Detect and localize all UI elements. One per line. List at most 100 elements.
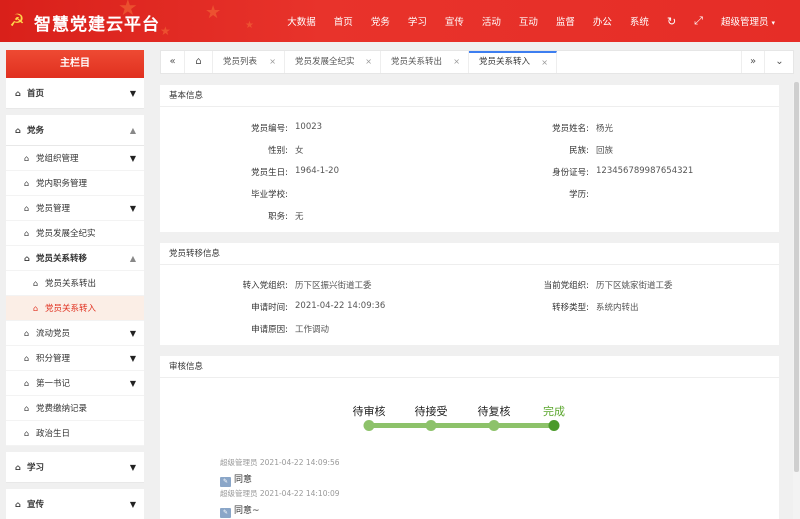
home-icon: ⌂ [24, 404, 30, 413]
refresh-icon[interactable]: ↻ [667, 15, 676, 28]
nav-office[interactable]: 办公 [593, 14, 612, 28]
caret-down-icon: ▼ [129, 379, 136, 388]
close-icon[interactable]: × [269, 51, 276, 73]
sidebar-item-points[interactable]: ⌂ 积分管理 ▼ [6, 346, 144, 371]
scrollbar-thumb[interactable] [794, 82, 799, 472]
home-icon: ⌂ [24, 429, 30, 438]
cur-org-value: 历下区姚家街道工委 [596, 281, 673, 291]
home-tab-icon[interactable]: ⌂ [185, 51, 213, 73]
top-header: ★ ★ ★ ★ ☭ 智慧党建云平台 大数据 首页 党务 学习 宣传 活动 互动 … [0, 0, 800, 42]
nav-home[interactable]: 首页 [334, 14, 353, 28]
nav-supervise[interactable]: 监督 [556, 14, 575, 28]
home-icon: ⌂ [24, 354, 30, 363]
nav-activity[interactable]: 活动 [482, 14, 501, 28]
step-dot [363, 420, 375, 431]
step-label: 待复核 [477, 405, 511, 418]
caret-down-icon: ▼ [129, 89, 136, 98]
job-value: 无 [295, 212, 304, 222]
caret-down-icon: ▼ [129, 463, 136, 472]
sidebar: 主栏目 ⌂ 首页 ▼ ⌂ 党务 ▲ ⌂ 党组织管理 ▼ ⌂ 党内职务管理 ⌂ 党员管理 ▼ ⌂ 党员… [6, 50, 144, 519]
caret-up-icon: ▲ [129, 126, 136, 135]
step-label: 待接受 [414, 405, 448, 418]
caret-down-icon: ▼ [129, 354, 136, 363]
scroll-left-icon[interactable]: « [161, 51, 185, 73]
home-icon: ⌂ [15, 500, 21, 509]
transfer-info-title: 党员转移信息 [160, 243, 779, 265]
sidebar-item-dues[interactable]: ⌂ 党费缴纳记录 [6, 396, 144, 421]
decor-star-icon: ★ [205, 2, 222, 23]
sidebar-item-duty-manage[interactable]: ⌂ 党内职务管理 [6, 171, 144, 196]
nav-party[interactable]: 党务 [371, 14, 390, 28]
nav-bigdata[interactable]: 大数据 [287, 14, 316, 28]
caret-down-icon: ▼ [129, 154, 136, 163]
caret-down-icon: ▼ [129, 329, 136, 338]
nav-interact[interactable]: 互动 [519, 14, 538, 28]
home-icon: ⌂ [15, 126, 21, 135]
home-icon: ⌂ [24, 329, 30, 338]
basic-info-title: 基本信息 [160, 85, 779, 107]
member-no-value: 10023 [295, 122, 323, 132]
step-dot [425, 420, 437, 431]
tab-member-list[interactable]: 党员列表 × [213, 51, 285, 73]
sidebar-item-member-manage[interactable]: ⌂ 党员管理 ▼ [6, 196, 144, 221]
home-icon: ⌂ [15, 463, 21, 472]
sidebar-item-study[interactable]: ⌂ 学习 ▼ [6, 452, 144, 483]
sidebar-item-development[interactable]: ⌂ 党员发展全纪实 [6, 221, 144, 246]
page-scrollbar[interactable] [793, 82, 800, 519]
member-name-value: 杨光 [596, 124, 614, 134]
home-icon: ⌂ [24, 379, 30, 388]
caret-down-icon: ▼ [129, 204, 136, 213]
home-icon: ⌂ [24, 179, 30, 188]
step-dot [488, 420, 500, 431]
tab-transfer-in[interactable]: 党员关系转入 × [469, 51, 557, 73]
comment-icon: ✎ [220, 508, 231, 518]
user-menu[interactable]: 超级管理员 ▾ [721, 14, 775, 28]
caret-up-icon: ▲ [129, 254, 136, 263]
gender-value: 女 [295, 146, 304, 156]
nav-publicity[interactable]: 宣传 [445, 14, 464, 28]
tab-transfer-out[interactable]: 党员关系转出 × [381, 51, 469, 73]
close-icon[interactable]: × [541, 53, 548, 72]
sidebar-item-transfer-out[interactable]: ⌂ 党员关系转出 [6, 271, 144, 296]
nav-system[interactable]: 系统 [630, 14, 649, 28]
sidebar-item-secretary[interactable]: ⌂ 第一书记 ▼ [6, 371, 144, 396]
review-panel: 审核信息 待审核 待接受 待复核 完成 超级管理员 2021-04-22 14:… [160, 356, 779, 519]
sidebar-item-floating[interactable]: ⌂ 流动党员 ▼ [6, 321, 144, 346]
home-icon: ⌂ [24, 254, 30, 263]
party-emblem-icon: ☭ [9, 11, 25, 31]
user-name: 超级管理员 [720, 17, 769, 28]
id-no-value: 123456789987654321 [596, 166, 694, 176]
reason-value: 工作调动 [295, 325, 330, 335]
review-log-entry: 超级管理员 2021-04-22 14:09:56 ✎ 同意 [220, 457, 340, 487]
sidebar-item-publicity[interactable]: ⌂ 宣传 ▼ [6, 489, 144, 519]
sidebar-item-transfer-in[interactable]: ⌂ 党员关系转入 [6, 296, 144, 321]
close-icon[interactable]: × [453, 51, 460, 73]
review-progress: 待审核 待接受 待复核 完成 [353, 403, 565, 433]
home-icon: ⌂ [24, 204, 30, 213]
tab-development[interactable]: 党员发展全纪实 × [285, 51, 381, 73]
nav-study[interactable]: 学习 [408, 14, 427, 28]
chevron-down-icon[interactable]: ⌄ [766, 51, 793, 73]
app-title: 智慧党建云平台 [34, 15, 160, 35]
ethnic-value: 回族 [596, 146, 614, 156]
comment-icon: ✎ [220, 477, 231, 487]
sidebar-item-birthday[interactable]: ⌂ 政治生日 [6, 421, 144, 446]
close-icon[interactable]: × [365, 51, 372, 73]
decor-star-icon: ★ [160, 24, 171, 38]
home-icon: ⌂ [24, 154, 30, 163]
sidebar-item-org-manage[interactable]: ⌂ 党组织管理 ▼ [6, 146, 144, 171]
log-author: 超级管理员 2021-04-22 14:10:09 [220, 489, 340, 498]
log-message: ✎ 同意~ [220, 503, 340, 518]
sidebar-item-home[interactable]: ⌂ 首页 ▼ [6, 78, 144, 109]
sidebar-item-party-affairs[interactable]: ⌂ 党务 ▲ [6, 115, 144, 146]
to-org-value: 历下区振兴街道工委 [295, 281, 372, 291]
fullscreen-icon[interactable]: ⤢ [694, 14, 703, 28]
home-icon: ⌂ [15, 89, 21, 98]
review-log-entry: 超级管理员 2021-04-22 14:10:09 ✎ 同意~ [220, 488, 340, 518]
transfer-type-value: 系统内转出 [596, 303, 639, 313]
scroll-right-icon[interactable]: » [741, 51, 765, 73]
transfer-info-panel: 党员转移信息 转入党组织: 历下区振兴街道工委 当前党组织: 历下区姚家街道工委… [160, 243, 779, 345]
home-icon: ⌂ [33, 279, 39, 288]
progress-line [367, 423, 553, 428]
sidebar-item-relation-transfer[interactable]: ⌂ 党员关系转移 ▲ [6, 246, 144, 271]
